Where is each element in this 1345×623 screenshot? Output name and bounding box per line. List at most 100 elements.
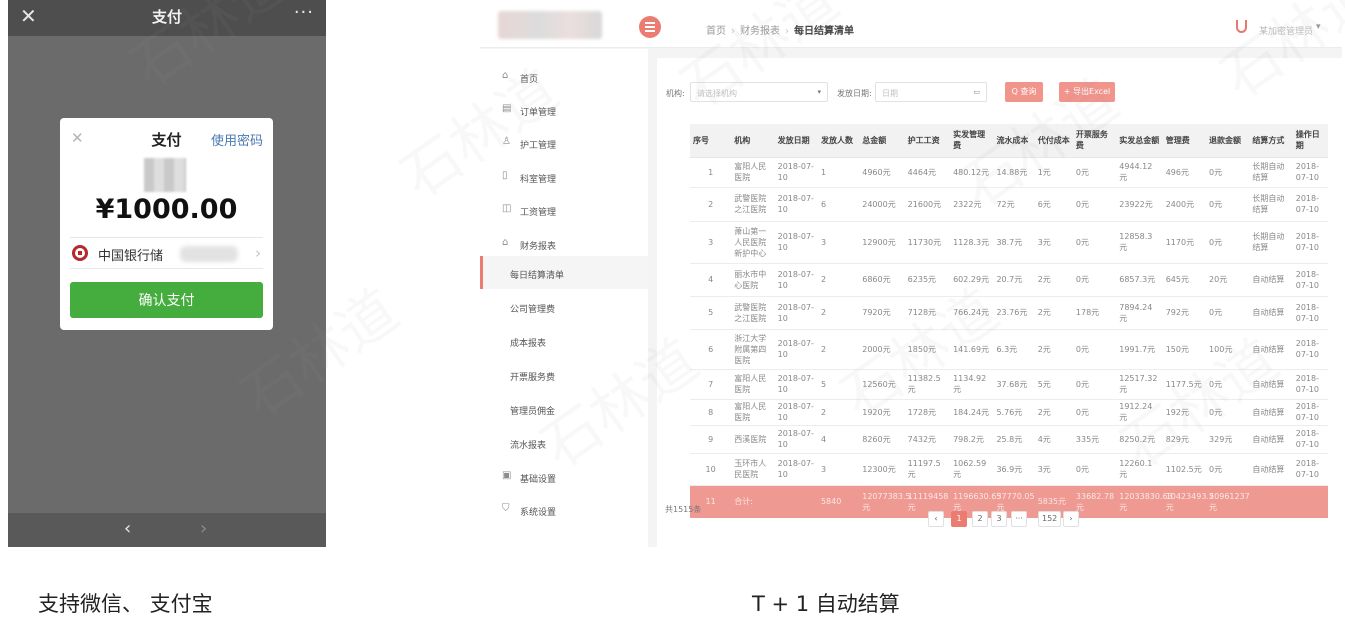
date-input[interactable]: 日期 ▭ bbox=[875, 82, 987, 102]
column-header: 结算方式 bbox=[1249, 124, 1293, 158]
table-cell: 7894.24元 bbox=[1116, 296, 1163, 330]
table-cell: 玉环市人民医院 bbox=[731, 453, 775, 486]
table-cell: 8250.2元 bbox=[1116, 425, 1163, 454]
table-row: 5 武警医院之江医院 2018-07-10 2 7920元 7128元 766.24元 23.… bbox=[690, 296, 1328, 330]
table-cell: 0元 bbox=[1072, 221, 1117, 264]
table-cell: 335元 bbox=[1072, 425, 1117, 454]
table-cell: 21600元 bbox=[904, 187, 951, 222]
caption-payment: 支持微信、 支付宝 bbox=[38, 592, 213, 616]
total-row: 11 合计: 5840 12077383.5元 11119458元 1196630.65元… bbox=[690, 485, 1328, 518]
total-count: 共1515条 bbox=[665, 505, 702, 514]
sidebar-item[interactable]: 每日结算清单 bbox=[480, 256, 648, 289]
table-cell: 798.2元 bbox=[950, 425, 994, 454]
table-cell: 2 bbox=[817, 296, 860, 330]
sidebar-item[interactable]: ▯ 科室管理 bbox=[480, 160, 648, 193]
table-cell: 2018-07-10 bbox=[1292, 399, 1328, 426]
table-cell: 36.9元 bbox=[993, 453, 1035, 486]
bank-name: 中国银行储 bbox=[98, 249, 164, 264]
table-cell: 6 bbox=[690, 329, 732, 370]
payment-dialog: ✕ 支付 使用密码 ¥1000.00 中国银行储 › 确认支付 bbox=[60, 118, 273, 330]
column-header: 序号 bbox=[690, 124, 732, 158]
page-button[interactable]: 2 bbox=[972, 511, 988, 527]
table-cell: 丽水市中心医院 bbox=[731, 263, 775, 297]
table-cell: 3元 bbox=[1034, 221, 1073, 264]
sidebar-item-label: 流水报表 bbox=[510, 441, 547, 451]
top-header: 首页 › 财务报表 › 每日结算清单 某加密管理员 ▾ bbox=[480, 0, 1342, 48]
table-cell: 0元 bbox=[1206, 369, 1250, 400]
table-cell: 4944.12元 bbox=[1116, 157, 1163, 188]
table-cell: 2018-07-10 bbox=[1292, 425, 1328, 454]
table-cell: 7128元 bbox=[904, 296, 951, 330]
query-button[interactable]: Q 查询 bbox=[1005, 82, 1043, 102]
use-password-link[interactable]: 使用密码 bbox=[211, 130, 263, 149]
table-cell: 25.8元 bbox=[993, 425, 1035, 454]
table-cell: 1170元 bbox=[1162, 221, 1207, 264]
column-header: 操作日期 bbox=[1292, 124, 1328, 158]
export-excel-button[interactable]: + 导出Excel bbox=[1059, 82, 1115, 102]
breadcrumb-finance[interactable]: 财务报表 bbox=[740, 26, 780, 37]
table-cell: 12517.32元 bbox=[1116, 369, 1163, 400]
org-select-placeholder: 请选择机构 bbox=[697, 89, 737, 98]
table-cell: 2018-07-10 bbox=[774, 187, 818, 222]
sidebar-item[interactable]: 成本报表 bbox=[480, 324, 648, 357]
settlement-table: 序号 机构 发放日期 发放人数 总金额 护工工资 实发管理费 流水成本 代付成本 开票服务费 实发总… bbox=[690, 124, 1328, 518]
sidebar-item[interactable]: ◫ 工资管理 bbox=[480, 193, 648, 226]
table-cell: 浙江大学附属第四医院 bbox=[731, 329, 775, 370]
sidebar-item[interactable]: ♙ 护工管理 bbox=[480, 126, 648, 159]
sidebar-item[interactable]: ⌂ 首页 bbox=[480, 60, 648, 93]
table-cell: 1912.24元 bbox=[1116, 399, 1163, 426]
sidebar-item[interactable]: ▤ 订单管理 bbox=[480, 93, 648, 126]
table-cell: 20.7元 bbox=[993, 263, 1035, 297]
sidebar-item-label: 工资管理 bbox=[520, 208, 557, 218]
calendar-icon: ▭ bbox=[973, 88, 980, 96]
sidebar-item[interactable]: 流水报表 bbox=[480, 426, 648, 459]
forward-icon[interactable]: › bbox=[200, 518, 207, 539]
table-cell: 1728元 bbox=[904, 399, 951, 426]
prev-page-button[interactable]: ‹ bbox=[928, 511, 944, 527]
table-cell: 2018-07-10 bbox=[774, 369, 818, 400]
table-cell: 1 bbox=[690, 157, 732, 188]
sidebar-item[interactable]: ⛉ 系统设置 bbox=[480, 493, 648, 526]
table-cell: 3 bbox=[817, 221, 860, 264]
back-icon[interactable]: ‹ bbox=[124, 518, 131, 539]
table-cell: 2018-07-10 bbox=[1292, 453, 1328, 486]
sidebar-item-label: 公司管理费 bbox=[510, 305, 556, 315]
page-button[interactable]: 152 bbox=[1038, 511, 1062, 527]
table-cell: 7920元 bbox=[859, 296, 905, 330]
sidebar-item[interactable]: 开票服务费 bbox=[480, 358, 648, 391]
table-cell: 富阳人民医院 bbox=[731, 369, 775, 400]
table-cell: 12560元 bbox=[859, 369, 905, 400]
table-cell: 2 bbox=[817, 329, 860, 370]
table-cell: 8 bbox=[690, 399, 732, 426]
table-cell: 792元 bbox=[1162, 296, 1207, 330]
sidebar-item[interactable]: ▣ 基础设置 bbox=[480, 460, 648, 493]
page-button[interactable]: 3 bbox=[991, 511, 1007, 527]
sidebar-item[interactable]: 管理员佣金 bbox=[480, 392, 648, 425]
person-icon: ♙ bbox=[502, 136, 511, 147]
table-cell: 长期自动结算 bbox=[1249, 157, 1293, 188]
table-cell: 496元 bbox=[1162, 157, 1207, 188]
page-button[interactable]: ··· bbox=[1011, 511, 1027, 527]
column-header: 管理费 bbox=[1162, 124, 1207, 158]
table-cell: 自动结算 bbox=[1249, 399, 1293, 426]
page-button[interactable]: 1 bbox=[951, 511, 967, 527]
org-select[interactable]: 请选择机构 ▾ bbox=[690, 82, 828, 102]
chevron-down-icon[interactable]: ▾ bbox=[1316, 22, 1321, 32]
breadcrumb-home[interactable]: 首页 bbox=[706, 26, 726, 37]
column-header: 实发总金额 bbox=[1116, 124, 1163, 158]
chevron-right-icon: › bbox=[255, 244, 261, 262]
table-cell: 1991.7元 bbox=[1116, 329, 1163, 370]
confirm-payment-button[interactable]: 确认支付 bbox=[70, 282, 263, 318]
next-page-button[interactable]: › bbox=[1063, 511, 1079, 527]
menu-toggle-icon[interactable] bbox=[639, 16, 661, 38]
column-header: 退款金额 bbox=[1206, 124, 1250, 158]
table-cell: 6235元 bbox=[904, 263, 951, 297]
table-cell: 20元 bbox=[1206, 263, 1250, 297]
more-icon[interactable]: ··· bbox=[294, 2, 314, 23]
sidebar-item[interactable]: 公司管理费 bbox=[480, 290, 648, 323]
table-row: 2 武警医院之江医院 2018-07-10 6 24000元 21600元 2322元 72元… bbox=[690, 187, 1328, 222]
user-name[interactable]: 某加密管理员 bbox=[1259, 24, 1313, 37]
payment-method-selector[interactable]: 中国银行储 › bbox=[70, 240, 263, 268]
column-header: 代付成本 bbox=[1034, 124, 1073, 158]
sidebar-item-label: 管理员佣金 bbox=[510, 407, 556, 417]
